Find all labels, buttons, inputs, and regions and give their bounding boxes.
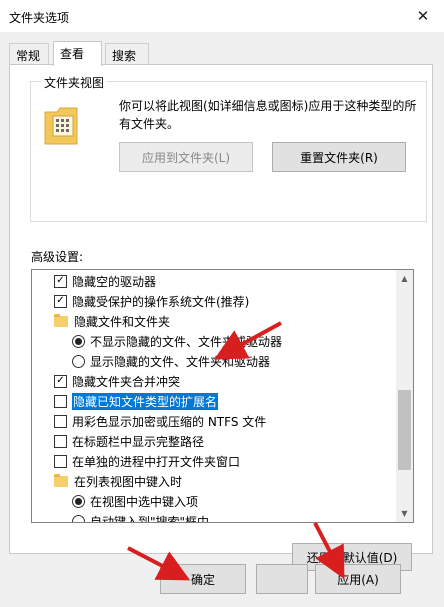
list-item-label: 在列表视图中键入时: [74, 474, 183, 489]
list-item[interactable]: 在标题栏中显示完整路径: [54, 431, 204, 451]
list-item-label: 在视图中选中键入项: [90, 494, 199, 509]
radio-unselected[interactable]: [72, 354, 85, 368]
tab-search[interactable]: 搜索: [105, 43, 149, 64]
list-item[interactable]: ✓ 隐藏文件夹合并冲突: [54, 371, 180, 391]
list-item: 在列表视图中键入时: [54, 471, 182, 491]
checkbox-checked[interactable]: ✓: [54, 274, 67, 288]
title-bar: 文件夹选项 ✕: [0, 0, 444, 32]
tab-view[interactable]: 查看: [53, 41, 102, 66]
list-item: 隐藏文件和文件夹: [54, 311, 170, 331]
list-item[interactable]: 在视图中选中键入项: [72, 491, 198, 511]
list-item[interactable]: 不显示隐藏的文件、文件夹或驱动器: [72, 331, 282, 351]
ok-button[interactable]: 确定: [160, 564, 246, 594]
list-item-label: 隐藏文件夹合并冲突: [72, 374, 181, 389]
advanced-settings-label: 高级设置:: [31, 250, 84, 264]
list-item-label: 在单独的进程中打开文件夹窗口: [72, 454, 241, 469]
cancel-button[interactable]: [256, 564, 308, 594]
scroll-thumb[interactable]: [398, 390, 411, 470]
radio-selected[interactable]: [72, 334, 85, 348]
list-item-label: 不显示隐藏的文件、文件夹或驱动器: [90, 334, 283, 349]
dialog-body: 常规 查看 搜索 文件夹视图 你可以将此视图(如详细信息或图标)应用于这种类型的…: [0, 32, 444, 607]
list-item[interactable]: 用彩色显示加密或压缩的 NTFS 文件: [54, 411, 266, 431]
radio-dot: [75, 337, 82, 345]
advanced-settings-list[interactable]: ✓ 隐藏空的驱动器 ✓ 隐藏受保护的操作系统文件(推荐) 隐藏文件和文件夹 不显…: [31, 269, 414, 523]
list-item[interactable]: 在单独的进程中打开文件夹窗口: [54, 451, 240, 471]
checkbox-unchecked[interactable]: [54, 454, 67, 468]
scroll-down-icon[interactable]: ▼: [396, 505, 413, 522]
list-item-label: 自动键入到"搜索"框中: [90, 514, 210, 523]
folder-view-icon: [43, 106, 79, 146]
tab-general[interactable]: 常规: [9, 43, 49, 64]
list-item-label: 用彩色显示加密或压缩的 NTFS 文件: [72, 414, 267, 429]
list-item-selected[interactable]: 隐藏已知文件类型的扩展名: [54, 391, 219, 411]
checkbox-unchecked[interactable]: [54, 414, 67, 428]
close-button[interactable]: ✕: [402, 0, 444, 32]
folder-view-group-label: 文件夹视图: [41, 74, 108, 91]
list-item-label: 显示隐藏的文件、文件夹和驱动器: [90, 354, 271, 369]
list-item-label: 隐藏空的驱动器: [72, 274, 157, 289]
vertical-scrollbar[interactable]: ▲ ▼: [396, 270, 413, 522]
radio-selected[interactable]: [72, 494, 85, 508]
apply-button[interactable]: 应用(A): [315, 564, 401, 594]
folder-view-description: 你可以将此视图(如详细信息或图标)应用于这种类型的所有文件夹。: [119, 99, 417, 131]
list-item-label: 在标题栏中显示完整路径: [72, 434, 205, 449]
list-item-label: 隐藏受保护的操作系统文件(推荐): [72, 294, 250, 309]
list-item[interactable]: 显示隐藏的文件、文件夹和驱动器: [72, 351, 270, 371]
folder-icon: [54, 313, 68, 327]
checkbox-unchecked[interactable]: [54, 394, 67, 408]
folder-view-group: 文件夹视图 你可以将此视图(如详细信息或图标)应用于这种类型的所有文件夹。 应用…: [30, 74, 427, 222]
list-item-label: 隐藏已知文件类型的扩展名: [72, 392, 219, 410]
radio-dot: [75, 497, 82, 505]
list-item[interactable]: ✓ 隐藏空的驱动器: [54, 271, 156, 291]
view-tab-panel: 文件夹视图 你可以将此视图(如详细信息或图标)应用于这种类型的所有文件夹。 应用…: [9, 64, 433, 571]
checkbox-checked[interactable]: ✓: [54, 374, 67, 388]
list-item[interactable]: 自动键入到"搜索"框中: [72, 511, 210, 523]
list-item-label: 隐藏文件和文件夹: [74, 314, 171, 329]
window-title: 文件夹选项: [9, 11, 70, 25]
scroll-up-icon[interactable]: ▲: [396, 270, 413, 287]
checkbox-unchecked[interactable]: [54, 434, 67, 448]
radio-unselected[interactable]: [72, 514, 85, 522]
apply-to-folders-button[interactable]: 应用到文件夹(L): [119, 142, 253, 172]
reset-folders-button[interactable]: 重置文件夹(R): [272, 142, 406, 172]
close-icon: ✕: [416, 7, 430, 25]
checkbox-checked[interactable]: ✓: [54, 294, 67, 308]
list-item[interactable]: ✓ 隐藏受保护的操作系统文件(推荐): [54, 291, 249, 311]
folder-icon: [54, 473, 68, 487]
